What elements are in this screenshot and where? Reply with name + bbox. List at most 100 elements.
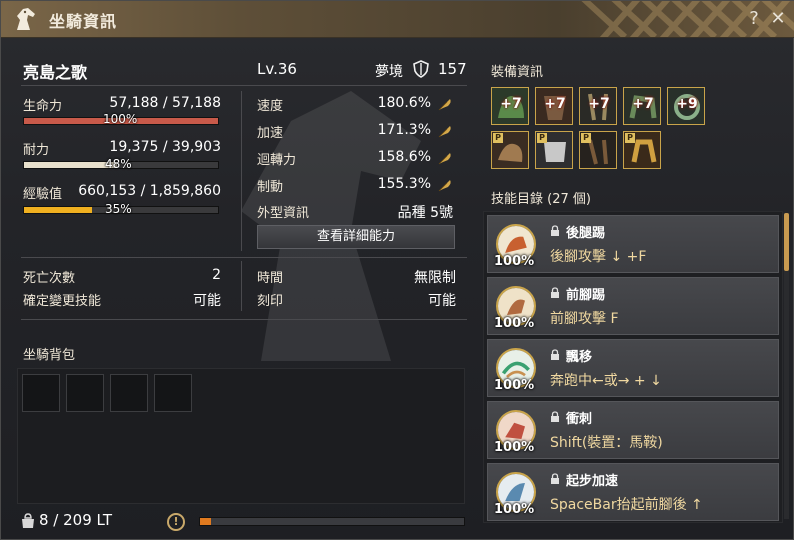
time-value: 無限制 — [414, 270, 456, 286]
hp-value: 57,188 / 57,188 — [109, 95, 221, 111]
warning-icon[interactable]: ! — [167, 513, 185, 531]
bag-slot[interactable] — [66, 374, 104, 412]
skill-name: 衝刺 — [566, 412, 593, 427]
pearl-badge: P — [625, 133, 635, 143]
attr-speed-label: 速度 — [257, 99, 284, 114]
mount-level: Lv.36 — [257, 60, 297, 78]
equip-slot-accessory[interactable]: +9 — [667, 87, 705, 125]
skills-title: 技能目錄 (27 個) — [491, 192, 591, 207]
pearl-badge: P — [581, 133, 591, 143]
view-details-button[interactable]: 查看詳細能力 — [257, 225, 455, 249]
death-count-value: 2 — [212, 267, 221, 283]
equipment-title: 裝備資訊 — [491, 65, 544, 80]
feather-icon — [438, 99, 451, 111]
attr-accel-label: 加速 — [257, 126, 284, 141]
stamina-label: 耐力 — [23, 143, 50, 158]
mount-bag-title: 坐騎背包 — [23, 348, 76, 363]
appearance-label: 外型資訊 — [257, 206, 310, 221]
weight-bar-fill — [200, 518, 211, 525]
lock-icon — [551, 473, 559, 484]
skill-command: 前腳攻擊 F — [550, 311, 619, 327]
enhance-level: +9 — [676, 96, 698, 112]
attr-speed-value: 180.6% — [377, 95, 431, 111]
pearl-badge: P — [493, 133, 503, 143]
attr-turn-label: 迴轉力 — [257, 153, 297, 168]
equip-slot-pearl-saddle[interactable]: P — [491, 131, 529, 169]
bag-weight: 8 / 209 LT — [39, 511, 112, 529]
appearance-value: 品種 5號 — [397, 205, 453, 221]
hp-label: 生命力 — [23, 99, 63, 114]
enhance-level: +7 — [500, 96, 522, 112]
header-divider — [21, 85, 467, 86]
exp-value: 660,153 / 1,859,860 — [78, 183, 221, 199]
skill-percent: 100% — [494, 502, 535, 517]
skill-item[interactable]: 100% 衝刺 Shift(裝置：馬鞍) — [487, 401, 779, 459]
feather-icon — [438, 180, 451, 192]
skill-change-value: 可能 — [193, 293, 221, 309]
equip-slot-pearl-stirrups[interactable]: P — [579, 131, 617, 169]
equip-slot-horseshoe[interactable]: +7 — [623, 87, 661, 125]
pearl-badge: P — [537, 133, 547, 143]
mount-name: 亮島之歌 — [23, 63, 88, 82]
info-divider — [21, 257, 467, 258]
skill-item[interactable]: 100% 後腿踢 後腳攻擊 ↓ +F — [487, 215, 779, 273]
window-title: 坐騎資訊 — [49, 12, 118, 31]
skill-scrollbar[interactable] — [784, 213, 789, 271]
close-button[interactable]: ✕ — [767, 7, 789, 31]
skill-percent: 100% — [494, 254, 535, 269]
bag-slot[interactable] — [22, 374, 60, 412]
lock-icon — [551, 225, 559, 236]
attr-accel-value: 171.3% — [377, 122, 431, 138]
feather-icon — [438, 126, 451, 138]
skill-percent: 100% — [494, 378, 535, 393]
death-count-label: 死亡次數 — [23, 271, 76, 286]
exp-percent: 35% — [105, 202, 132, 216]
enhance-level: +7 — [632, 96, 654, 112]
title-bar[interactable]: 坐騎資訊 ? ✕ — [1, 1, 794, 38]
skill-item[interactable]: 100% 起步加速 SpaceBar抬起前腳後 ↑ — [487, 463, 779, 521]
skill-name: 後腿踢 — [566, 226, 606, 241]
enhance-level: +7 — [588, 96, 610, 112]
attr-brake-label: 制動 — [257, 180, 284, 195]
attr-brake-value: 155.3% — [377, 176, 431, 192]
hp-percent: 100% — [103, 112, 138, 126]
stamina-value: 19,375 / 39,903 — [109, 139, 221, 155]
bag-divider — [21, 319, 467, 320]
lock-icon — [551, 287, 559, 298]
exp-label: 經驗值 — [23, 187, 63, 202]
mount-info-window: 坐騎資訊 ? ✕ 亮島之歌 Lv.36 夢境 157 生命力 57,188 / … — [0, 0, 794, 540]
bag-slot[interactable] — [110, 374, 148, 412]
bag-slot[interactable] — [154, 374, 192, 412]
weight-icon — [22, 513, 34, 528]
equip-slot-stirrups[interactable]: +7 — [579, 87, 617, 125]
skill-item[interactable]: 100% 前腳踢 前腳攻擊 F — [487, 277, 779, 335]
shield-icon — [413, 60, 429, 78]
info-column-divider — [241, 261, 242, 311]
skill-command: 後腳攻擊 ↓ +F — [550, 249, 647, 265]
column-divider — [241, 91, 242, 251]
skill-change-label: 確定變更技能 — [23, 294, 102, 309]
equip-slot-armor[interactable]: +7 — [535, 87, 573, 125]
skill-name: 飄移 — [566, 350, 593, 365]
imprint-value: 可能 — [428, 293, 456, 309]
time-label: 時間 — [257, 271, 284, 286]
skill-command: SpaceBar抬起前腳後 ↑ — [550, 497, 703, 513]
enhance-level: +7 — [544, 96, 566, 112]
dream-label: 夢境 — [375, 64, 403, 80]
skill-name: 起步加速 — [566, 474, 619, 489]
stamina-percent: 48% — [105, 157, 132, 171]
skill-item[interactable]: 100% 飄移 奔跑中←或→ + ↓ — [487, 339, 779, 397]
lock-icon — [551, 349, 559, 360]
equip-slot-saddle[interactable]: +7 — [491, 87, 529, 125]
help-button[interactable]: ? — [743, 7, 765, 31]
feather-icon — [438, 153, 451, 165]
exp-bar-fill — [24, 207, 92, 213]
skill-percent: 100% — [494, 440, 535, 455]
skill-command: Shift(裝置：馬鞍) — [550, 435, 663, 451]
weight-bar — [199, 517, 465, 526]
equip-slot-pearl-horseshoe[interactable]: P — [623, 131, 661, 169]
equip-slot-pearl-armor[interactable]: P — [535, 131, 573, 169]
stamina-bar-fill — [24, 162, 118, 168]
skill-command: 奔跑中←或→ + ↓ — [550, 373, 662, 389]
dream-value: 157 — [438, 60, 467, 78]
